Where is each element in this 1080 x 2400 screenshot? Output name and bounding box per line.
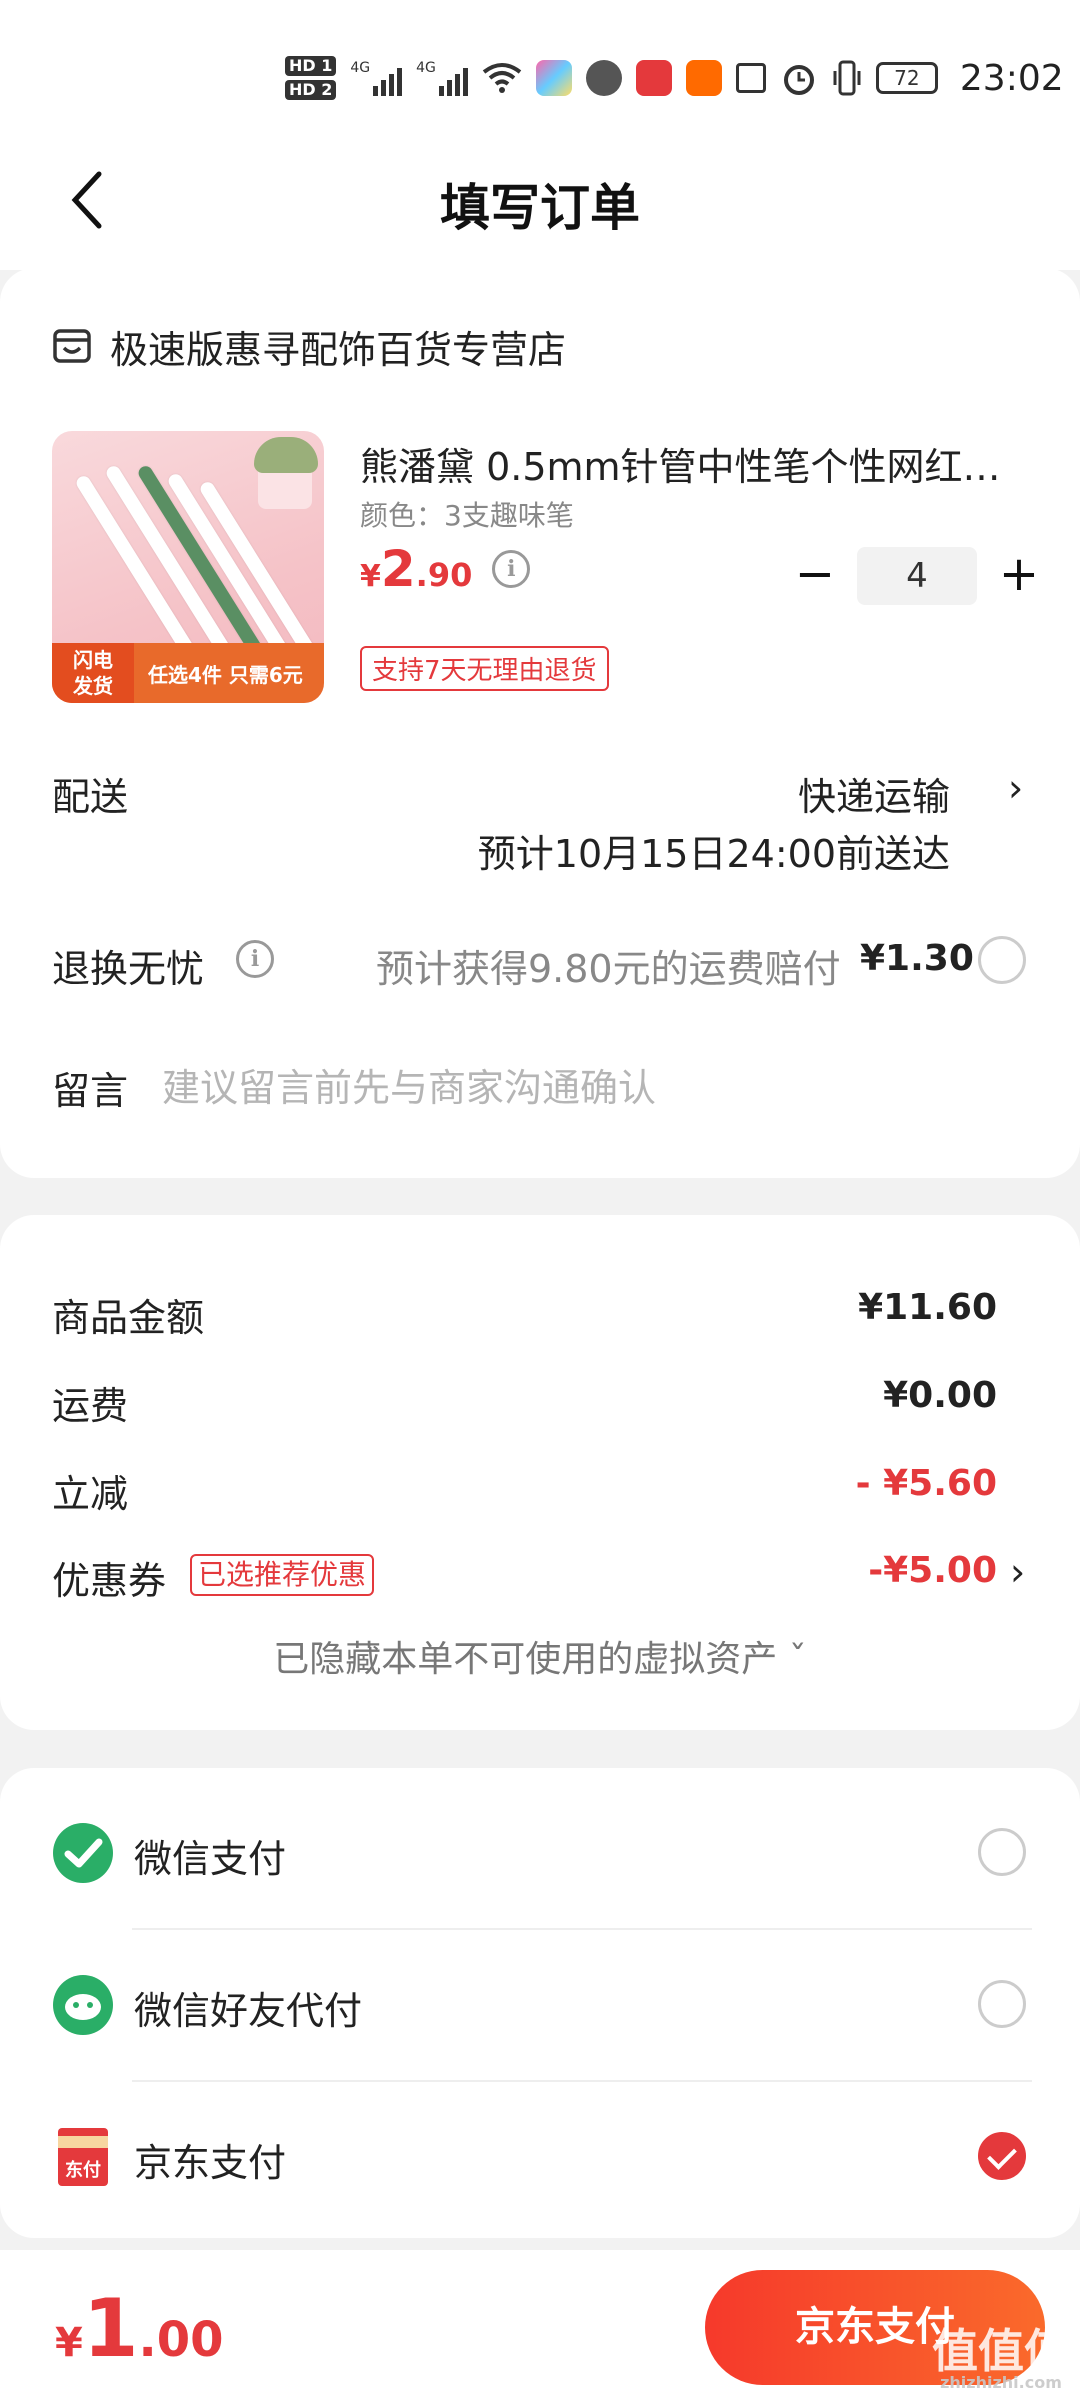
hidden-assets-toggle[interactable]: 已隐藏本单不可使用的虚拟资产 ˇ	[0, 1630, 1080, 1682]
return-policy-tag: 支持7天无理由退货	[360, 646, 609, 691]
goods-amount-value: ¥11.60	[858, 1287, 997, 1328]
flash-delivery-badge: 闪电 发货	[52, 643, 134, 703]
page-title: 填写订单	[440, 179, 640, 237]
goods-amount-label: 商品金额	[52, 1296, 205, 1340]
taobao-notification-icon	[685, 60, 722, 96]
store-row[interactable]: 极速版惠寻配饰百货专营店	[52, 318, 566, 374]
shipping-method[interactable]: 快递运输	[798, 766, 950, 821]
wifi-icon	[482, 63, 522, 93]
price-row: ¥2.90 i	[360, 540, 531, 598]
worry-free-price: ¥1.30	[860, 938, 974, 979]
coupon-row[interactable]: 优惠券 已选推荐优惠 -¥5.00	[52, 1550, 997, 1610]
quantity-value[interactable]: 4	[857, 547, 977, 605]
total-integer: 1	[82, 2282, 139, 2375]
status-time: 23:02	[959, 57, 1064, 99]
image-banner: 闪电 发货 任选4件 只需6元	[52, 643, 324, 703]
total-decimal: .00	[138, 2312, 224, 2368]
coupon-chevron-right-icon[interactable]: ›	[1010, 1550, 1025, 1594]
total-currency: ¥	[55, 2320, 83, 2366]
freight-value: ¥0.00	[883, 1375, 997, 1416]
instant-discount-label: 立减	[52, 1472, 129, 1516]
signal-icon: 4G	[350, 60, 403, 96]
divider	[132, 1928, 1032, 1930]
order-total: ¥1.00	[55, 2282, 224, 2375]
price-integer: 2	[380, 540, 416, 598]
jd-pay-icon: 东付	[58, 2128, 108, 2186]
payment-radio-wechat-friend[interactable]	[978, 1980, 1026, 2028]
payment-option-jd[interactable]: 东付 京东支付	[52, 2094, 1032, 2214]
payment-option-wechat[interactable]: 微信支付	[52, 1790, 1032, 1910]
status-bar: HD 1 HD 2 4G 4G 72 23:02	[0, 0, 1080, 130]
divider	[132, 2080, 1032, 2082]
goods-amount-row: 商品金额 ¥11.60	[52, 1287, 997, 1347]
payment-label-jd: 京东支付	[134, 2141, 287, 2185]
app-notification-icon	[535, 60, 572, 96]
alipay-notification-icon	[735, 63, 766, 93]
net2-label: 4G	[416, 60, 436, 76]
worry-free-radio[interactable]	[978, 936, 1026, 984]
coupon-label: 优惠券	[52, 1559, 167, 1603]
net1-label: 4G	[350, 60, 371, 76]
instant-discount-row: 立减 - ¥5.60	[52, 1463, 997, 1523]
increase-quantity-button[interactable]: +	[989, 546, 1049, 606]
message-input[interactable]	[162, 1058, 1022, 1118]
hd-indicator: HD 1 HD 2	[285, 56, 337, 100]
payment-label-wechat: 微信支付	[134, 1837, 287, 1881]
coupon-value: -¥5.00	[868, 1550, 997, 1591]
shipping-eta: 预计10月15日24:00前送达	[477, 832, 950, 876]
worry-free-info-icon[interactable]: i	[236, 940, 274, 978]
payment-radio-wechat[interactable]	[978, 1828, 1026, 1876]
status-icons: HD 1 HD 2 4G 4G 72 23:02	[285, 48, 1064, 108]
product-spec: 颜色：3支趣味笔	[360, 499, 574, 532]
payment-label-wechat-friend: 微信好友代付	[134, 1989, 363, 2033]
image-promo: 任选4件 只需6元	[148, 662, 303, 687]
hd2-label: HD 2	[285, 80, 337, 100]
watermark-text: 值值值	[932, 2324, 1070, 2378]
hand-notification-icon	[585, 60, 622, 96]
signal-icon-2: 4G	[416, 60, 468, 96]
payment-option-wechat-friend[interactable]: 微信好友代付	[52, 1942, 1032, 2062]
shipping-label: 配送	[52, 775, 129, 819]
payment-radio-jd[interactable]	[978, 2132, 1026, 2180]
instant-discount-value: - ¥5.60	[855, 1463, 997, 1504]
shipping-chevron-right-icon[interactable]: ›	[1008, 766, 1023, 810]
store-icon	[53, 329, 91, 363]
quantity-stepper: − 4 +	[785, 546, 1049, 606]
decrease-quantity-button[interactable]: −	[785, 546, 845, 606]
coupon-recommended-tag: 已选推荐优惠	[190, 1554, 375, 1596]
worry-free-label: 退换无忧	[52, 947, 205, 991]
wechat-friend-pay-icon	[53, 1975, 113, 2035]
watermark-sub: zhizhizhi.com	[940, 2373, 1062, 2392]
order-card: 极速版惠寻配饰百货专营店 闪电 发货 任选4件 只需6元 熊潘黛 0.5mm针管中…	[0, 268, 1080, 1178]
svg-text:东付: 东付	[65, 2159, 101, 2181]
price-summary-card: 商品金额 ¥11.60 运费 ¥0.00 立减 - ¥5.60 优惠券 已选推荐…	[0, 1215, 1080, 1730]
watermark-logo: 值值值 zhizhizhi.com	[932, 2328, 1070, 2392]
plant-leaf	[254, 437, 318, 473]
hd1-label: HD 1	[285, 56, 337, 76]
price-decimal: .90	[415, 556, 473, 594]
alarm-icon	[783, 65, 814, 95]
price-info-icon[interactable]: i	[492, 550, 531, 588]
worry-free-description: 预计获得9.80元的运费赔付	[376, 947, 841, 991]
wechat-pay-icon	[53, 1823, 113, 1883]
product-price: ¥2.90	[360, 540, 472, 598]
freight-label: 运费	[52, 1384, 129, 1428]
product-title[interactable]: 熊潘黛 0.5mm针管中性笔个性网红…	[360, 436, 1010, 491]
price-currency: ¥	[360, 559, 381, 594]
product-image[interactable]: 闪电 发货 任选4件 只需6元	[52, 431, 324, 703]
payment-methods-card: 微信支付 微信好友代付 东付 京东支付	[0, 1768, 1080, 2238]
store-name: 极速版惠寻配饰百货专营店	[110, 327, 567, 372]
battery-icon: 72	[875, 62, 938, 94]
nav-bar: 填写订单	[0, 130, 1080, 270]
vibrate-icon	[833, 60, 861, 96]
checkout-bar: ¥1.00 京东支付 值值值 zhizhizhi.com	[0, 2250, 1080, 2400]
message-label: 留言	[52, 1069, 129, 1113]
freight-row: 运费 ¥0.00	[52, 1375, 997, 1435]
shop-notification-icon	[635, 60, 672, 96]
